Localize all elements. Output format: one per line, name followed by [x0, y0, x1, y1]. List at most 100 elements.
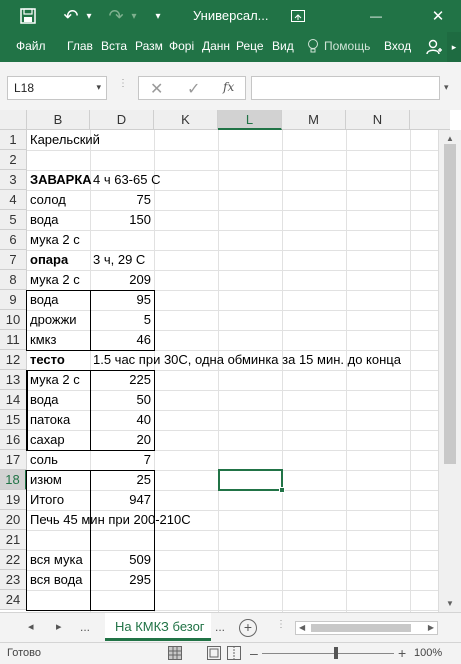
zoom-level[interactable]: 100%: [414, 647, 442, 659]
name-box[interactable]: L18 ▾: [7, 76, 107, 100]
scroll-right-icon[interactable]: ▶: [428, 623, 434, 632]
row-header[interactable]: 20: [0, 510, 27, 530]
cell-b24[interactable]: [27, 590, 33, 610]
cell-d14[interactable]: 50: [90, 390, 154, 410]
redo-icon[interactable]: ↷: [105, 0, 127, 32]
scroll-down-icon[interactable]: ▼: [446, 599, 454, 608]
scroll-left-icon[interactable]: ◀: [299, 623, 305, 632]
cell-b14[interactable]: вода: [27, 390, 62, 410]
expand-formula-icon[interactable]: ▾: [444, 82, 449, 93]
scroll-up-icon[interactable]: ▲: [446, 134, 454, 143]
cell-b6[interactable]: мука 2 с: [27, 230, 83, 250]
row-header[interactable]: 13: [0, 370, 27, 390]
sheet-tab-active[interactable]: На КМКЗ безог: [105, 613, 211, 641]
tab-view[interactable]: Вид: [272, 39, 294, 53]
tab-review[interactable]: Реце: [236, 39, 264, 53]
cell-b16[interactable]: сахар: [27, 430, 68, 450]
active-cell-l18[interactable]: [218, 469, 283, 491]
cell-d8[interactable]: 209: [90, 270, 154, 290]
cell-d11[interactable]: 46: [90, 330, 154, 350]
zoom-slider[interactable]: [262, 653, 394, 654]
minimize-button[interactable]: —: [364, 0, 388, 32]
cell-b23[interactable]: вся вода: [27, 570, 85, 590]
enter-icon[interactable]: ✓: [187, 79, 200, 99]
fill-handle[interactable]: [279, 487, 285, 493]
cell-d5[interactable]: 150: [90, 210, 154, 230]
row-header[interactable]: 8: [0, 270, 27, 290]
close-button[interactable]: ✕: [426, 0, 450, 32]
cell-d21[interactable]: [90, 530, 154, 550]
cell-d18[interactable]: 25: [90, 470, 154, 490]
customize-toolbar-icon[interactable]: ▾: [152, 0, 164, 32]
cell-b4[interactable]: солод: [27, 190, 69, 210]
formula-input[interactable]: [251, 76, 440, 100]
cell-d16[interactable]: 20: [90, 430, 154, 450]
cell-b22[interactable]: вся мука: [27, 550, 86, 570]
cell-b8[interactable]: мука 2 с: [27, 270, 83, 290]
sheet-nav-next-icon[interactable]: ▸: [56, 620, 62, 633]
row-header[interactable]: 23: [0, 570, 27, 590]
cell-b10[interactable]: дрожжи: [27, 310, 80, 330]
column-header-n[interactable]: N: [346, 110, 410, 130]
tab-insert[interactable]: Вста: [101, 39, 127, 53]
row-header[interactable]: 17: [0, 450, 27, 470]
ribbon-display-icon[interactable]: [287, 0, 309, 32]
cell-b7[interactable]: опара: [27, 250, 71, 270]
sheet-tabs-more[interactable]: ...: [215, 620, 225, 634]
cell-d9[interactable]: 95: [90, 290, 154, 310]
row-header[interactable]: 18: [0, 470, 27, 490]
row-header[interactable]: 11: [0, 330, 27, 350]
tab-home[interactable]: Глав: [67, 39, 93, 53]
cell-d15[interactable]: 40: [90, 410, 154, 430]
redo-dropdown-icon[interactable]: ▾: [129, 0, 139, 32]
undo-icon[interactable]: ↶: [60, 0, 82, 32]
select-all-corner[interactable]: [0, 110, 27, 130]
row-header[interactable]: 2: [0, 150, 27, 170]
row-header[interactable]: 24: [0, 590, 27, 610]
cell-b12[interactable]: тесто: [27, 350, 68, 370]
cell-d17[interactable]: 7: [90, 450, 154, 470]
cancel-icon[interactable]: ✕: [150, 79, 163, 99]
tell-me-search[interactable]: Помощь: [324, 39, 370, 53]
undo-dropdown-icon[interactable]: ▾: [84, 0, 94, 32]
row-header[interactable]: 1: [0, 130, 27, 150]
insert-function-icon[interactable]: fx: [223, 80, 234, 94]
tab-data[interactable]: Данн: [202, 39, 230, 53]
normal-view-icon[interactable]: [168, 646, 182, 660]
cell-d22[interactable]: 509: [90, 550, 154, 570]
share-icon[interactable]: [422, 32, 446, 62]
horizontal-scroll-thumb[interactable]: [311, 624, 411, 632]
cell-d4[interactable]: 75: [90, 190, 154, 210]
row-header[interactable]: 15: [0, 410, 27, 430]
cell-d6[interactable]: [90, 230, 154, 250]
column-header-b[interactable]: B: [27, 110, 90, 130]
row-header[interactable]: 3: [0, 170, 27, 190]
cell-b3[interactable]: ЗАВАРКА: [27, 170, 95, 190]
column-header-m[interactable]: M: [282, 110, 346, 130]
page-layout-view-icon[interactable]: [207, 646, 221, 660]
zoom-slider-thumb[interactable]: [334, 647, 338, 659]
cell-d7[interactable]: 3 ч, 29 С: [90, 250, 148, 270]
cell-d1[interactable]: [90, 130, 154, 150]
chevron-down-icon[interactable]: ▾: [96, 82, 101, 93]
row-header[interactable]: 9: [0, 290, 27, 310]
cell-b19[interactable]: Итого: [27, 490, 67, 510]
row-header[interactable]: 6: [0, 230, 27, 250]
ribbon-scroll-right-icon[interactable]: ▸: [447, 32, 461, 62]
cell-b9[interactable]: вода: [27, 290, 62, 310]
tab-page-layout[interactable]: Разм: [135, 39, 163, 53]
row-header[interactable]: 10: [0, 310, 27, 330]
row-header[interactable]: 7: [0, 250, 27, 270]
horizontal-scrollbar[interactable]: ◀ ▶: [295, 621, 438, 635]
cell-d20[interactable]: [90, 510, 154, 530]
cell-d3[interactable]: 4 ч 63-65 С: [90, 170, 163, 190]
save-icon[interactable]: [16, 0, 40, 32]
tab-file[interactable]: Файл: [16, 39, 46, 53]
sign-in-link[interactable]: Вход: [384, 39, 411, 53]
sheet-nav-more[interactable]: ...: [80, 620, 90, 634]
cell-b17[interactable]: соль: [27, 450, 61, 470]
cell-d13[interactable]: 225: [90, 370, 154, 390]
cell-d24[interactable]: [90, 590, 154, 610]
row-header[interactable]: 22: [0, 550, 27, 570]
cell-b15[interactable]: патока: [27, 410, 73, 430]
